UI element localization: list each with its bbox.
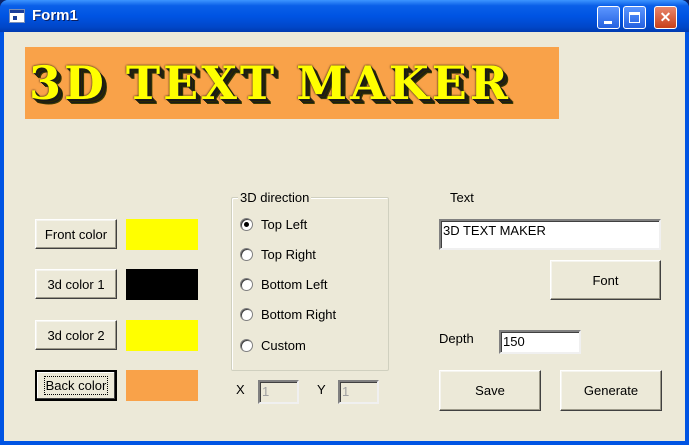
radio-label: Bottom Left (261, 276, 328, 292)
maximize-button[interactable] (623, 6, 646, 29)
radio-button[interactable] (240, 247, 253, 261)
text-label: Text (450, 190, 474, 205)
radio-label: Top Right (261, 246, 316, 262)
radio-label: Top Left (261, 216, 308, 232)
3d-color-1-button[interactable]: 3d color 1 (35, 269, 117, 299)
preview-3d-text: 3D TEXT MAKER (29, 56, 512, 110)
depth-label: Depth (439, 331, 474, 346)
maximize-icon (629, 12, 640, 23)
radio-button-checked[interactable] (240, 217, 253, 231)
3d-color-1-swatch (126, 269, 198, 300)
text-input[interactable]: 3D TEXT MAKER (439, 219, 661, 250)
font-button[interactable]: Font (550, 260, 661, 300)
radio-button[interactable] (240, 307, 253, 321)
form-client-area: 3D TEXT MAKER Front color 3d color 1 3d … (4, 32, 685, 441)
front-color-button[interactable]: Front color (35, 219, 117, 249)
radio-button[interactable] (240, 338, 253, 352)
radio-label: Custom (261, 337, 306, 353)
close-icon: ✕ (659, 9, 672, 25)
x-input[interactable]: 1 (258, 380, 299, 404)
title-bar[interactable]: Form1 ✕ (0, 0, 689, 32)
main-window: Form1 ✕ 3D TEXT MAKER Front color 3d col… (0, 0, 689, 445)
radio-top-left[interactable]: Top Left (240, 215, 307, 233)
app-icon[interactable] (9, 9, 25, 23)
y-input[interactable]: 1 (338, 380, 379, 404)
depth-input[interactable]: 150 (499, 330, 581, 354)
radio-button[interactable] (240, 277, 253, 291)
front-color-swatch (126, 219, 198, 250)
3d-color-2-button[interactable]: 3d color 2 (35, 320, 117, 350)
back-color-button[interactable]: Back color (35, 370, 117, 401)
radio-bottom-right[interactable]: Bottom Right (240, 305, 336, 323)
y-label: Y (317, 382, 326, 397)
minimize-button[interactable] (597, 6, 620, 29)
close-button[interactable]: ✕ (654, 6, 677, 29)
radio-bottom-left[interactable]: Bottom Left (240, 275, 327, 293)
generate-button[interactable]: Generate (560, 370, 662, 411)
back-color-swatch (126, 370, 198, 401)
minimize-icon (604, 21, 612, 24)
x-label: X (236, 382, 245, 397)
preview-banner: 3D TEXT MAKER (25, 47, 559, 119)
save-button[interactable]: Save (439, 370, 541, 411)
3d-color-2-swatch (126, 320, 198, 351)
radio-custom[interactable]: Custom (240, 336, 306, 354)
window-title: Form1 (32, 7, 78, 24)
direction-group-label: 3D direction (238, 190, 312, 205)
radio-label: Bottom Right (261, 306, 337, 322)
radio-top-right[interactable]: Top Right (240, 245, 316, 263)
